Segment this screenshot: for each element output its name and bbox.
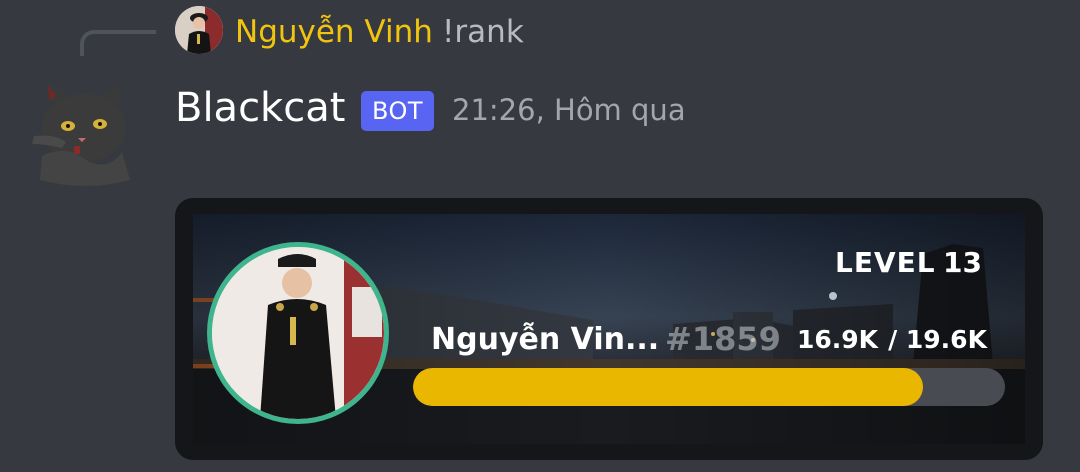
reply-author-name[interactable]: Nguyễn Vinh bbox=[235, 12, 433, 52]
bot-badge: BOT bbox=[361, 91, 434, 131]
xp-total: / 19.6K bbox=[888, 325, 987, 354]
message-author-name[interactable]: Blackcat bbox=[175, 82, 345, 134]
bot-avatar[interactable] bbox=[26, 76, 138, 188]
reply-author-avatar[interactable] bbox=[175, 6, 223, 54]
level-label: LEVEL bbox=[835, 246, 936, 279]
reply-connector bbox=[80, 30, 156, 56]
card-avatar bbox=[207, 242, 389, 424]
card-username: Nguyễn Vin... bbox=[431, 322, 660, 357]
xp-progress-track bbox=[413, 368, 1005, 406]
level-value: 13 bbox=[943, 246, 982, 279]
reply-content[interactable]: !rank bbox=[442, 12, 524, 52]
card-rank: #1859 bbox=[665, 320, 781, 358]
xp-current: 16.9K bbox=[797, 325, 879, 354]
xp-progress-fill bbox=[413, 368, 924, 406]
rank-card-image[interactable]: LEVEL 13 Nguyễn Vin... #1859 16.9K / 19.6… bbox=[175, 198, 1043, 460]
card-xp: 16.9K / 19.6K bbox=[797, 325, 987, 354]
chat-view: Nguyễn Vinh !rank Blackcat BOT 21:26, Hô… bbox=[0, 0, 1080, 472]
message-timestamp: 21:26, Hôm qua bbox=[452, 93, 686, 127]
